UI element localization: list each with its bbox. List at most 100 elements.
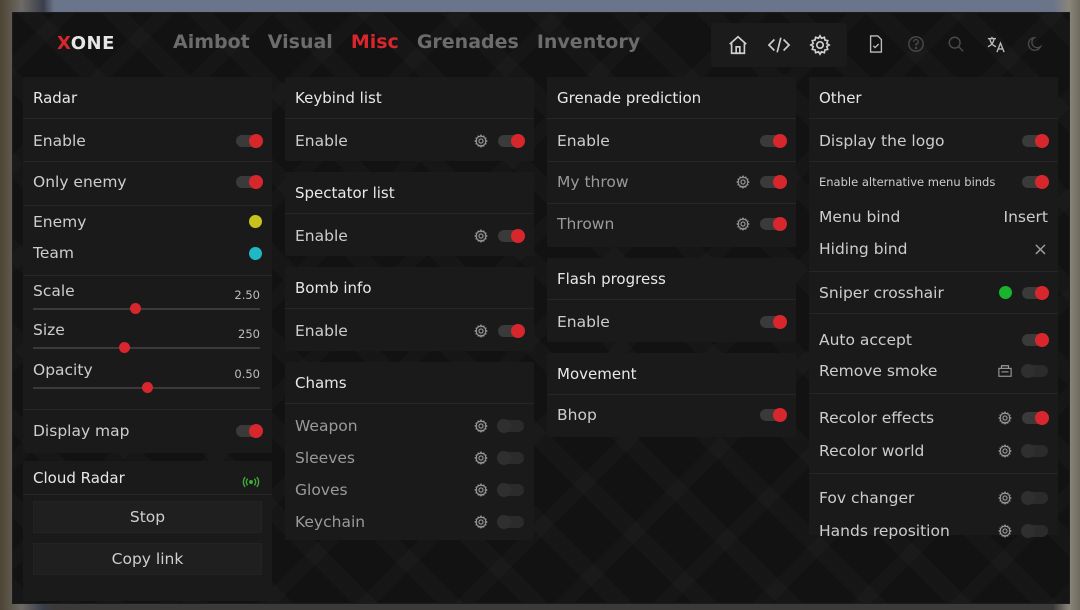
slider-thumb[interactable] [130,303,142,314]
grenade-enable-toggle[interactable] [760,134,787,148]
spectator-enable-row: Enable [285,220,534,252]
fov-changer-toggle[interactable] [1021,490,1048,505]
radar-title: Radar [23,77,272,119]
code-icon[interactable] [765,31,793,59]
gloves-toggle[interactable] [497,483,524,497]
icon-graphic [998,524,1012,538]
slider-thumb[interactable] [118,342,130,353]
gear-icon[interactable] [806,31,834,59]
display-logo-toggle[interactable] [1022,134,1049,148]
flash-enable-toggle[interactable] [760,315,787,329]
display-logo-row: Display the logo [809,125,1058,157]
chams-panel: Chams Weapon Sleeves Gloves Keychain [285,362,534,540]
flash-enable-label: Enable [557,313,610,331]
keybind-enable-toggle[interactable] [498,134,525,148]
alt-binds-toggle[interactable] [1022,174,1049,189]
team-color-swatch[interactable] [249,246,262,260]
menu-bind-value[interactable]: Insert [1004,208,1048,226]
smoke-grenade-icon[interactable] [998,364,1012,378]
tab-inventory[interactable]: Inventory [537,31,640,53]
size-label: Size [33,321,65,339]
spectator-enable-toggle[interactable] [498,229,525,243]
keybind-list-title: Keybind list [285,77,534,119]
keybind-gear-icon[interactable] [474,134,488,148]
toggle-knob [1021,490,1035,505]
cloud-radar-panel: Cloud Radar Stop Copy link [23,461,272,601]
header-icon-group [711,23,847,67]
icon-graphic [736,174,750,189]
bomb-gear-icon[interactable] [474,324,488,338]
spectator-gear-icon[interactable] [474,229,488,243]
my-throw-row: My throw [547,161,796,201]
gloves-gear-icon[interactable] [474,483,488,497]
spectator-enable-label: Enable [295,227,348,245]
toggle-knob [511,324,525,338]
recolor-effects-row: Recolor effects [809,393,1058,435]
tab-grenades[interactable]: Grenades [417,31,519,53]
enemy-color-swatch[interactable] [249,215,262,228]
remove-smoke-label: Remove smoke [819,362,938,380]
sleeves-toggle[interactable] [497,451,524,465]
help-icon[interactable] [903,29,929,59]
only-enemy-toggle[interactable] [236,174,263,189]
moon-icon[interactable] [1023,29,1049,59]
toggle-knob [497,419,511,433]
toggle-knob [1021,364,1035,378]
hiding-bind-clear-icon[interactable]: × [1033,239,1048,260]
sniper-color-swatch[interactable] [999,286,1012,299]
toggle-knob [773,216,787,231]
menu-bind-row: Menu bind Insert [809,201,1058,233]
logo-x: X [57,33,71,54]
slider-thumb[interactable] [141,382,153,393]
size-value: 250 [238,327,260,341]
bhop-toggle[interactable] [760,408,787,422]
radar-enable-toggle[interactable] [236,134,263,148]
scale-slider[interactable] [33,303,260,314]
copy-link-button[interactable]: Copy link [33,543,262,575]
thrown-label: Thrown [557,214,615,233]
icon-graphic [474,324,488,338]
auto-accept-toggle[interactable] [1022,332,1049,347]
tab-visual[interactable]: Visual [268,31,333,53]
icon-graphic [998,444,1012,458]
chams-sleeves-row: Sleeves [285,442,534,474]
gloves-label: Gloves [295,481,348,499]
radar-enable-row: Enable [23,125,272,157]
icon-graphic [908,36,924,52]
stop-button[interactable]: Stop [33,501,262,533]
recolor-effects-gear-icon[interactable] [998,410,1012,425]
keychain-gear-icon[interactable] [474,515,488,529]
display-map-toggle[interactable] [236,423,263,438]
grenade-prediction-panel: Grenade prediction Enable My throw Throw… [547,77,796,247]
search-icon[interactable] [943,29,969,59]
weapon-gear-icon[interactable] [474,419,488,433]
my-throw-toggle[interactable] [760,174,787,189]
fov-changer-gear-icon[interactable] [998,490,1012,505]
icon-graphic [998,490,1012,505]
sleeves-gear-icon[interactable] [474,451,488,465]
recolor-world-gear-icon[interactable] [998,444,1012,458]
size-slider[interactable] [33,342,260,353]
file-check-icon[interactable] [863,29,889,59]
tab-misc[interactable]: Misc [351,31,399,53]
hands-reposition-row: Hands reposition [809,515,1058,547]
opacity-slider[interactable] [33,382,260,393]
hands-reposition-gear-icon[interactable] [998,524,1012,538]
sniper-crosshair-toggle[interactable] [1022,285,1049,300]
opacity-label: Opacity [33,361,93,379]
weapon-toggle[interactable] [497,419,524,433]
recolor-effects-toggle[interactable] [1022,410,1049,425]
thrown-gear-icon[interactable] [736,216,750,231]
tab-aimbot[interactable]: Aimbot [173,31,250,53]
toggle-knob [1021,444,1035,458]
thrown-toggle[interactable] [760,216,787,231]
my-throw-gear-icon[interactable] [736,174,750,189]
translate-icon[interactable] [983,29,1009,59]
home-icon[interactable] [724,31,752,59]
keychain-toggle[interactable] [497,515,524,529]
bomb-enable-toggle[interactable] [498,324,525,338]
grenade-prediction-title: Grenade prediction [547,77,796,119]
hands-reposition-toggle[interactable] [1021,524,1048,538]
remove-smoke-toggle[interactable] [1021,364,1048,378]
recolor-world-toggle[interactable] [1021,444,1048,458]
